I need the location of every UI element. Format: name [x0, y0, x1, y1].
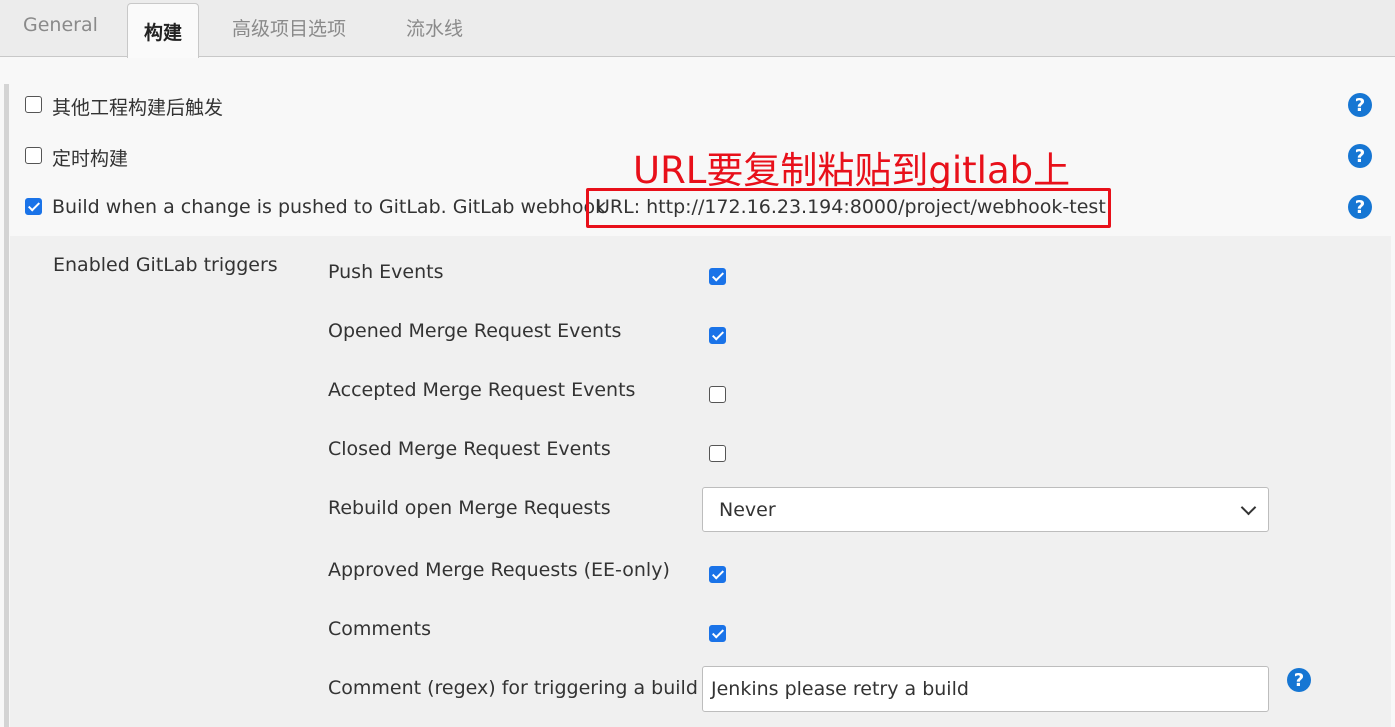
comment-regex-label: Comment (regex) for triggering a build [328, 677, 698, 699]
closed-mr-events-checkbox[interactable] [709, 445, 726, 462]
annotation-text: URL要复制粘贴到gitlab上 [633, 149, 1071, 192]
gitlab-triggers-section [10, 236, 1391, 727]
trigger-gitlab-push-label: Build when a change is pushed to GitLab.… [52, 196, 607, 218]
comments-checkbox[interactable] [709, 625, 726, 642]
rebuild-open-mr-select[interactable]: Never [702, 487, 1269, 532]
help-icon[interactable]: ? [1348, 144, 1372, 168]
opened-mr-events-checkbox[interactable] [709, 327, 726, 344]
tab-advanced-options[interactable]: 高级项目选项 [232, 14, 346, 41]
accepted-mr-events-checkbox[interactable] [709, 386, 726, 403]
trigger-after-other-projects-checkbox[interactable] [25, 96, 42, 113]
enabled-gitlab-triggers-label: Enabled GitLab triggers [53, 254, 278, 276]
closed-mr-events-label: Closed Merge Request Events [328, 438, 611, 460]
accepted-mr-events-label: Accepted Merge Request Events [328, 379, 636, 401]
tab-pipeline[interactable]: 流水线 [406, 14, 463, 41]
annotation-highlight-box [586, 188, 1111, 228]
trigger-after-other-projects-label: 其他工程构建后触发 [52, 97, 224, 119]
help-icon[interactable]: ? [1348, 195, 1372, 219]
trigger-gitlab-push-checkbox[interactable] [25, 198, 42, 215]
push-events-label: Push Events [328, 261, 444, 283]
approved-mr-checkbox[interactable] [709, 566, 726, 583]
tab-build[interactable]: 构建 [127, 3, 199, 58]
approved-mr-label: Approved Merge Requests (EE-only) [328, 559, 670, 581]
comment-regex-value: Jenkins please retry a build [711, 678, 969, 700]
rebuild-open-mr-value: Never [719, 498, 776, 521]
opened-mr-events-label: Opened Merge Request Events [328, 320, 622, 342]
trigger-periodic-build-label: 定时构建 [52, 148, 129, 170]
comment-regex-input[interactable]: Jenkins please retry a build [702, 666, 1269, 712]
rebuild-open-mr-label: Rebuild open Merge Requests [328, 497, 611, 519]
help-icon[interactable]: ? [1287, 668, 1311, 692]
chevron-down-icon [1240, 499, 1257, 516]
trigger-periodic-build-checkbox[interactable] [25, 147, 42, 164]
tab-bar: General 构建 高级项目选项 流水线 [0, 0, 1395, 58]
tab-general[interactable]: General [23, 14, 98, 36]
comments-label: Comments [328, 618, 431, 640]
push-events-checkbox[interactable] [709, 268, 726, 285]
help-icon[interactable]: ? [1348, 93, 1372, 117]
